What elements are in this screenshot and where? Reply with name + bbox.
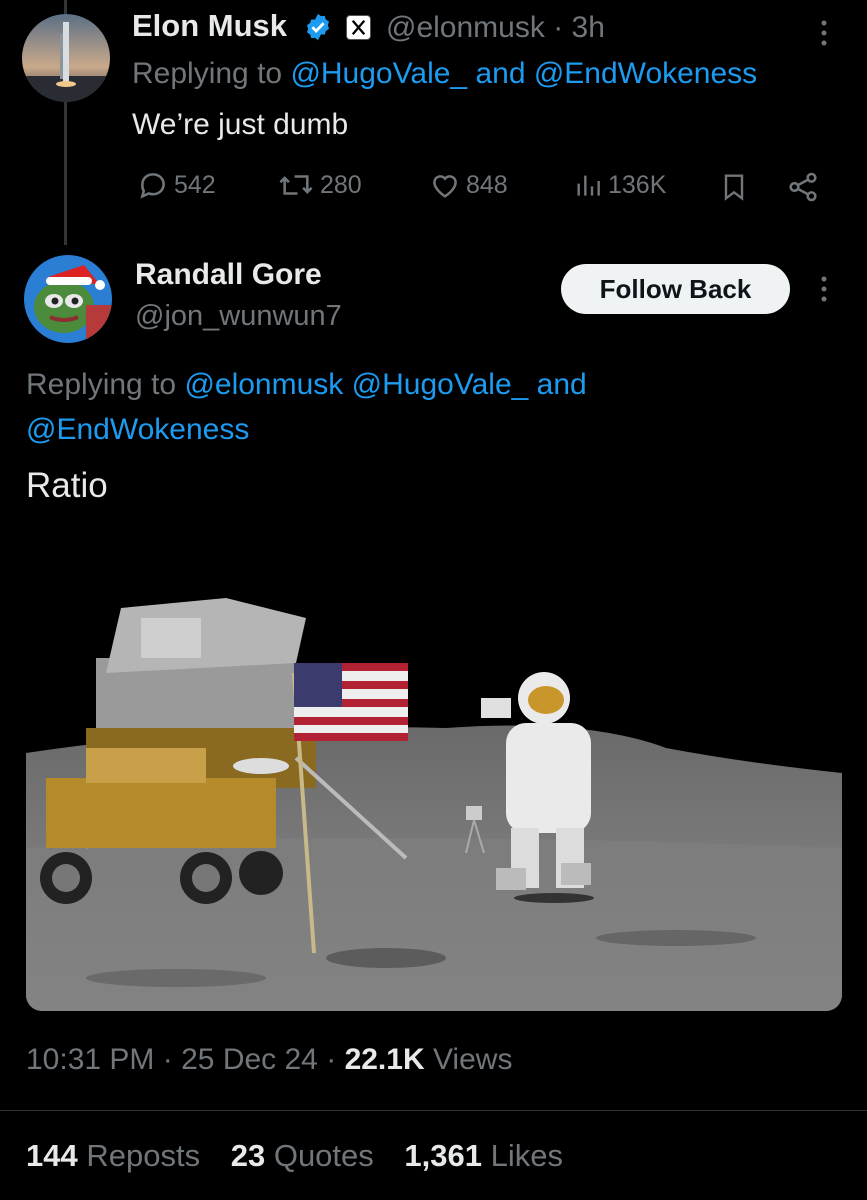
like-count: 848 bbox=[466, 170, 508, 199]
thread-line bbox=[64, 100, 67, 245]
views-label: Views bbox=[432, 1043, 513, 1076]
tweet-date[interactable]: 25 Dec 24 bbox=[181, 1043, 318, 1076]
replying-to: Replying to @elonmusk @HugoVale_ and @End… bbox=[26, 362, 726, 452]
quotes-label: Quotes bbox=[273, 1138, 374, 1173]
divider bbox=[0, 1110, 867, 1111]
views-button[interactable]: 136K bbox=[572, 168, 666, 202]
separator: · bbox=[162, 1043, 173, 1076]
separator: · bbox=[326, 1043, 337, 1076]
avatar-elon[interactable] bbox=[22, 14, 110, 102]
replying-prefix: Replying to bbox=[26, 368, 185, 401]
replying-and: and bbox=[536, 368, 587, 401]
retweet-icon bbox=[279, 175, 313, 195]
tweet-time[interactable]: 3h bbox=[572, 11, 605, 44]
bookmark-icon[interactable] bbox=[718, 170, 750, 204]
tweet-time[interactable]: 10:31 PM bbox=[26, 1043, 154, 1076]
verified-badge-icon bbox=[307, 13, 329, 41]
replying-to: Replying to @HugoVale_ and @EndWokeness bbox=[132, 57, 757, 91]
views-icon bbox=[577, 175, 600, 196]
likes-stat[interactable]: 1,361 Likes bbox=[404, 1138, 563, 1173]
views-count: 22.1K bbox=[344, 1043, 425, 1076]
reposts-stat[interactable]: 144 Reposts bbox=[26, 1138, 200, 1173]
follow-back-button[interactable]: Follow Back bbox=[561, 264, 790, 314]
tweet-text: We’re just dumb bbox=[132, 108, 349, 141]
more-icon[interactable] bbox=[816, 18, 832, 48]
reply-icon bbox=[140, 173, 165, 199]
retweet-button[interactable]: 280 bbox=[276, 168, 362, 202]
views-count: 136K bbox=[608, 170, 667, 199]
x-affiliate-icon bbox=[346, 15, 371, 40]
quotes-count: 23 bbox=[230, 1138, 266, 1173]
author-name[interactable]: Elon Musk bbox=[132, 8, 287, 44]
avatar-randall[interactable] bbox=[24, 255, 112, 343]
like-icon bbox=[433, 175, 457, 198]
likes-label: Likes bbox=[490, 1138, 563, 1173]
quotes-stat[interactable]: 23 Quotes bbox=[231, 1138, 374, 1173]
moon-landing-photo[interactable] bbox=[26, 548, 842, 1011]
mention-hugovale[interactable]: @HugoVale_ bbox=[352, 368, 529, 401]
author-handle[interactable]: @jon_wunwun7 bbox=[135, 300, 342, 333]
more-icon[interactable] bbox=[816, 274, 832, 304]
reposts-count: 144 bbox=[26, 1138, 78, 1173]
retweet-count: 280 bbox=[320, 170, 362, 199]
author-name[interactable]: Randall Gore bbox=[135, 258, 322, 292]
tweet-text: Ratio bbox=[26, 466, 108, 505]
share-icon[interactable] bbox=[786, 170, 820, 204]
tweet-meta: 10:31 PM · 25 Dec 24 · 22.1K Views bbox=[26, 1043, 512, 1077]
like-button[interactable]: 848 bbox=[428, 168, 508, 202]
engagement-stats: 144 Reposts 23 Quotes 1,361 Likes bbox=[26, 1138, 585, 1174]
replying-to-links[interactable]: @HugoVale_ and @EndWokeness bbox=[290, 57, 757, 90]
author-handle[interactable]: @elonmusk bbox=[386, 11, 545, 44]
reply-button[interactable]: 542 bbox=[136, 168, 216, 202]
handle-time: @elonmusk · 3h bbox=[386, 11, 605, 44]
thread-line-top bbox=[64, 0, 67, 14]
mention-elonmusk[interactable]: @elonmusk bbox=[184, 368, 343, 401]
likes-count: 1,361 bbox=[404, 1138, 482, 1173]
reposts-label: Reposts bbox=[86, 1138, 201, 1173]
mention-endwokeness[interactable]: @EndWokeness bbox=[26, 413, 249, 446]
reply-count: 542 bbox=[174, 170, 216, 199]
replying-prefix: Replying to bbox=[132, 57, 291, 90]
